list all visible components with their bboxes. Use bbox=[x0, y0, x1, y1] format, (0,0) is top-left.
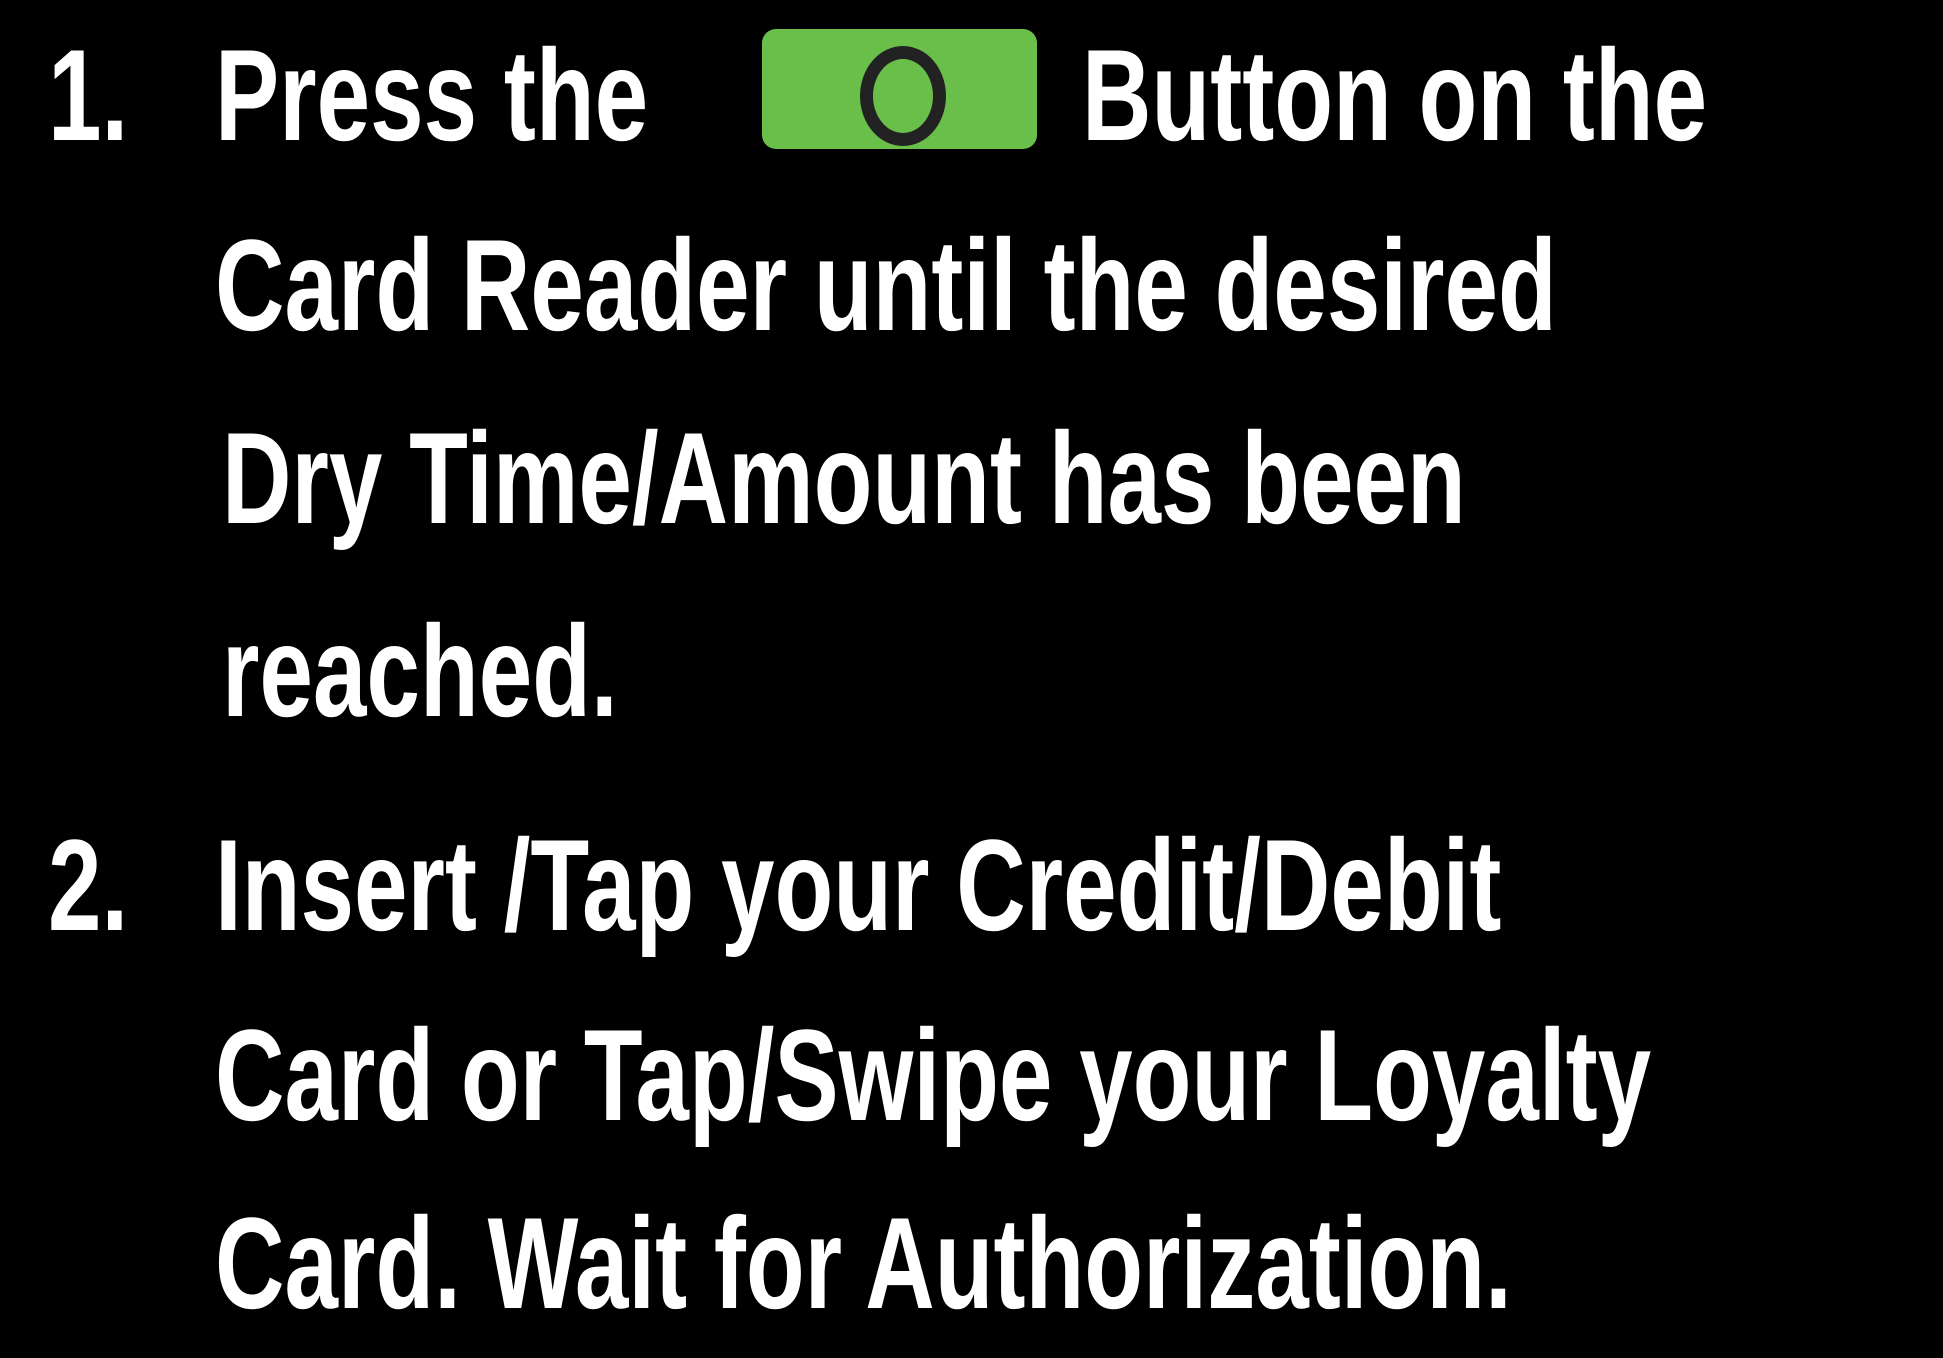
step-2-number: 2. bbox=[48, 812, 129, 958]
step-2-line-1: Insert /Tap your Credit/Debit bbox=[215, 812, 1502, 958]
step-2-line-2: Card or Tap/Swipe your Loyalty bbox=[215, 1002, 1652, 1148]
step-1-line-4: reached. bbox=[222, 598, 618, 744]
step-1-line-1-after: Button on the bbox=[1082, 22, 1708, 168]
step-1-line-3: Dry Time/Amount has been bbox=[222, 405, 1466, 551]
step-2-line-3: Card. Wait for Authorization. bbox=[215, 1190, 1512, 1336]
step-1-line-2: Card Reader until the desired bbox=[215, 212, 1557, 358]
step-1-number: 1. bbox=[48, 22, 129, 168]
green-start-button-icon bbox=[762, 29, 1037, 149]
circle-icon bbox=[860, 46, 946, 146]
step-1-line-1-before: Press the bbox=[215, 22, 649, 168]
